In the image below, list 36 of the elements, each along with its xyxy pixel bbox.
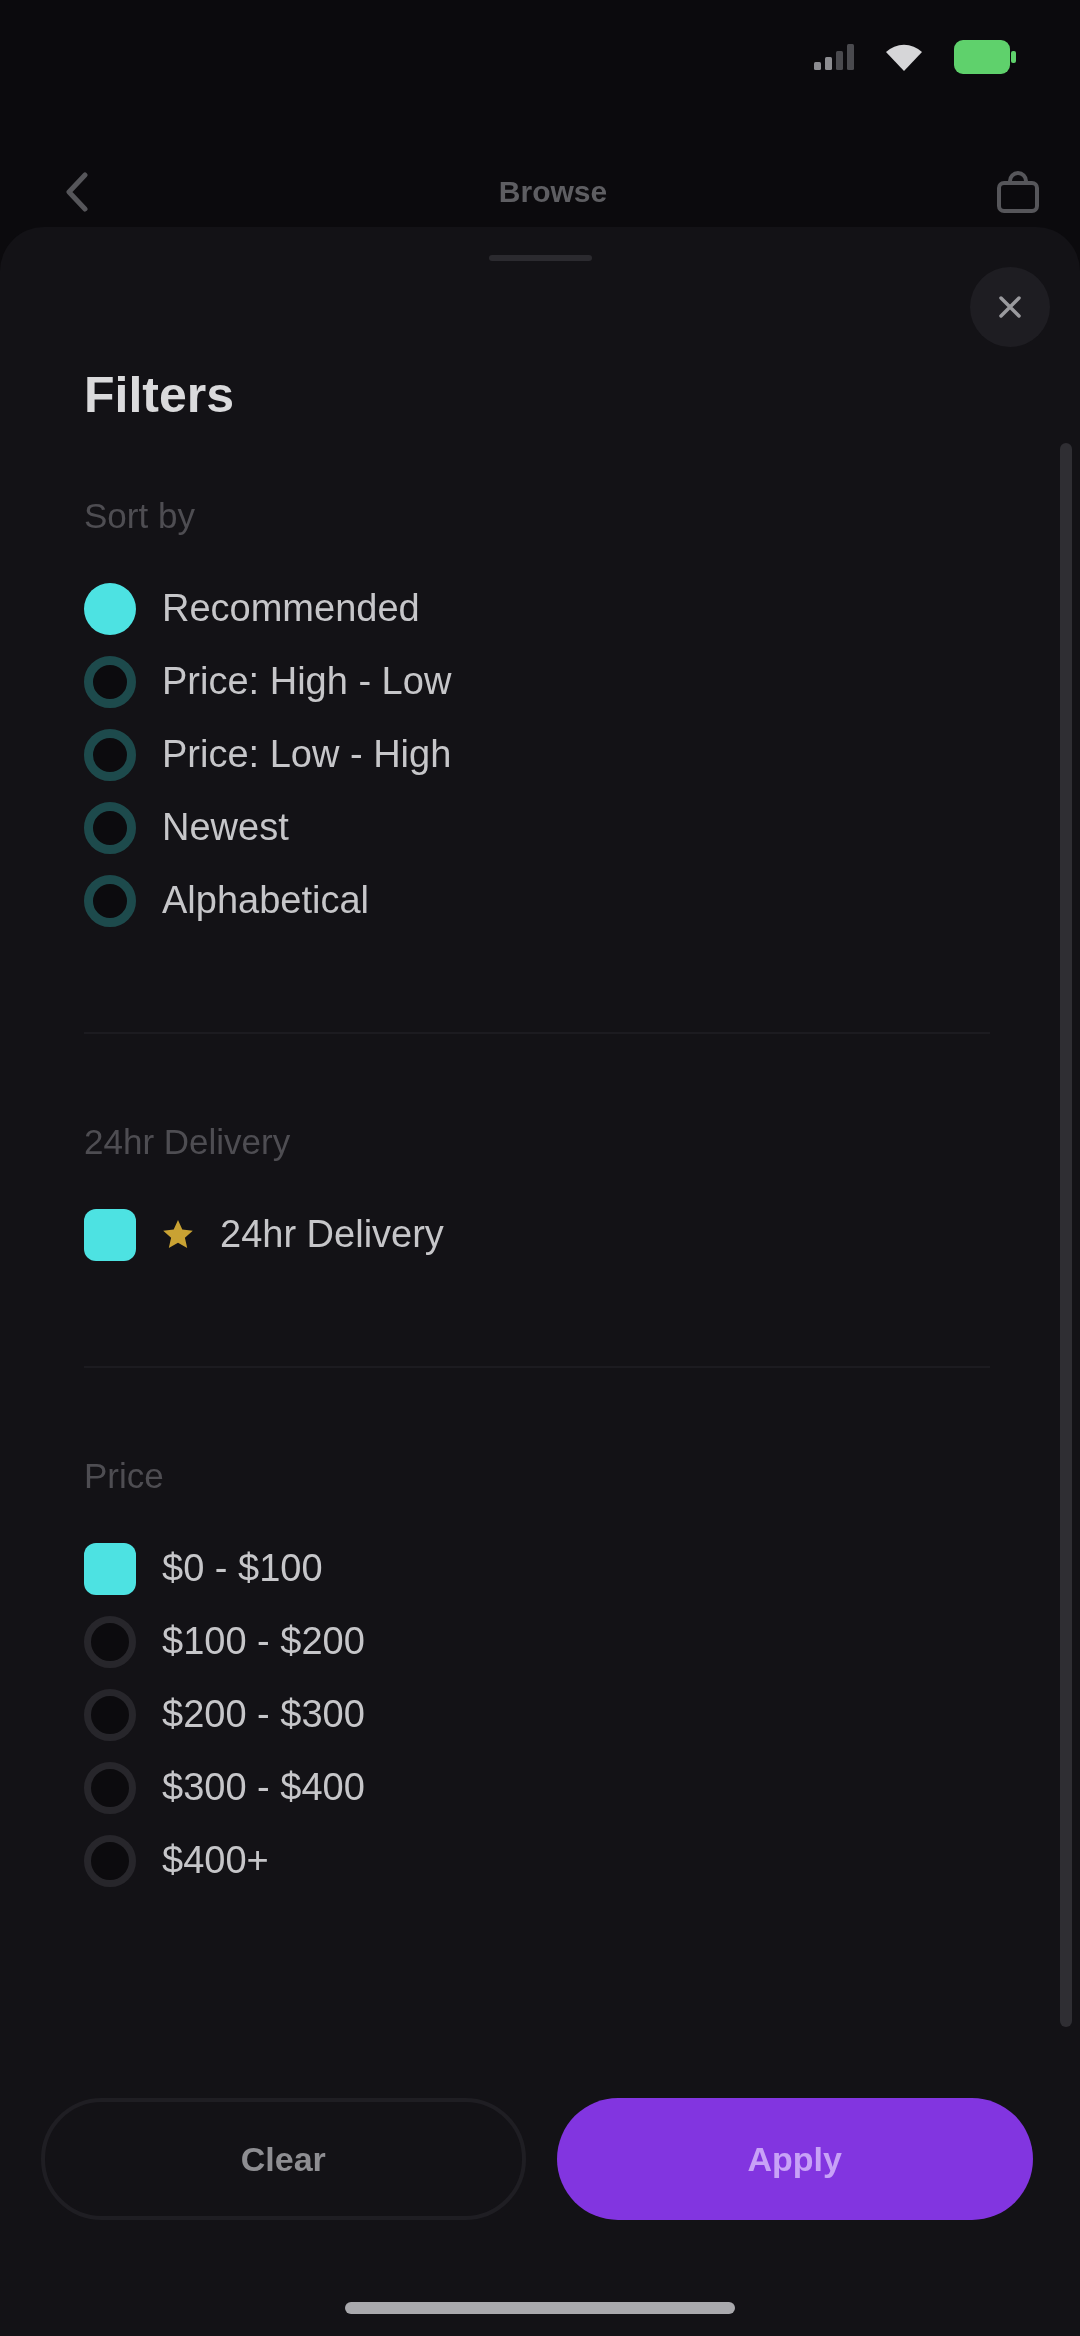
option-label: Newest <box>162 806 289 849</box>
star-icon <box>162 1219 194 1250</box>
scrollbar[interactable] <box>1060 443 1072 2027</box>
radio-button[interactable] <box>84 801 136 854</box>
checkbox[interactable] <box>84 1208 136 1261</box>
battery-icon <box>954 40 1016 74</box>
option-label: Price: Low - High <box>162 733 452 776</box>
section-heading: 24hr Delivery <box>84 1122 292 1162</box>
drag-handle[interactable] <box>488 255 592 261</box>
back-chevron-icon[interactable] <box>66 172 88 212</box>
checkbox[interactable] <box>84 1615 136 1668</box>
checkbox[interactable] <box>84 1688 136 1741</box>
option-label: Recommended <box>162 587 420 630</box>
option-label: $200 - $300 <box>162 1693 365 1736</box>
checkbox[interactable] <box>84 1542 136 1595</box>
bag-icon[interactable] <box>996 171 1040 213</box>
option-label: $400+ <box>162 1839 269 1882</box>
option-label: $0 - $100 <box>162 1547 323 1590</box>
section-heading: Price <box>84 1456 165 1496</box>
checkbox[interactable] <box>84 1834 136 1887</box>
radio-button[interactable] <box>84 582 136 635</box>
sheet-title: Filters <box>84 369 236 421</box>
radio-button[interactable] <box>84 874 136 927</box>
close-icon <box>998 295 1022 319</box>
option-label: $300 - $400 <box>162 1766 365 1809</box>
clear-button[interactable]: Clear <box>41 2098 526 2220</box>
nav-title: Browse <box>498 175 608 209</box>
wifi-icon <box>886 43 922 71</box>
option-label: 24hr Delivery <box>220 1213 444 1256</box>
option-label: Alphabetical <box>162 879 370 922</box>
option-label: Price: High - Low <box>162 660 452 703</box>
radio-button[interactable] <box>84 655 136 708</box>
option-label: $100 - $200 <box>162 1620 365 1663</box>
section-heading: Sort by <box>84 496 196 536</box>
radio-button[interactable] <box>84 728 136 781</box>
signal-icon <box>814 44 854 70</box>
